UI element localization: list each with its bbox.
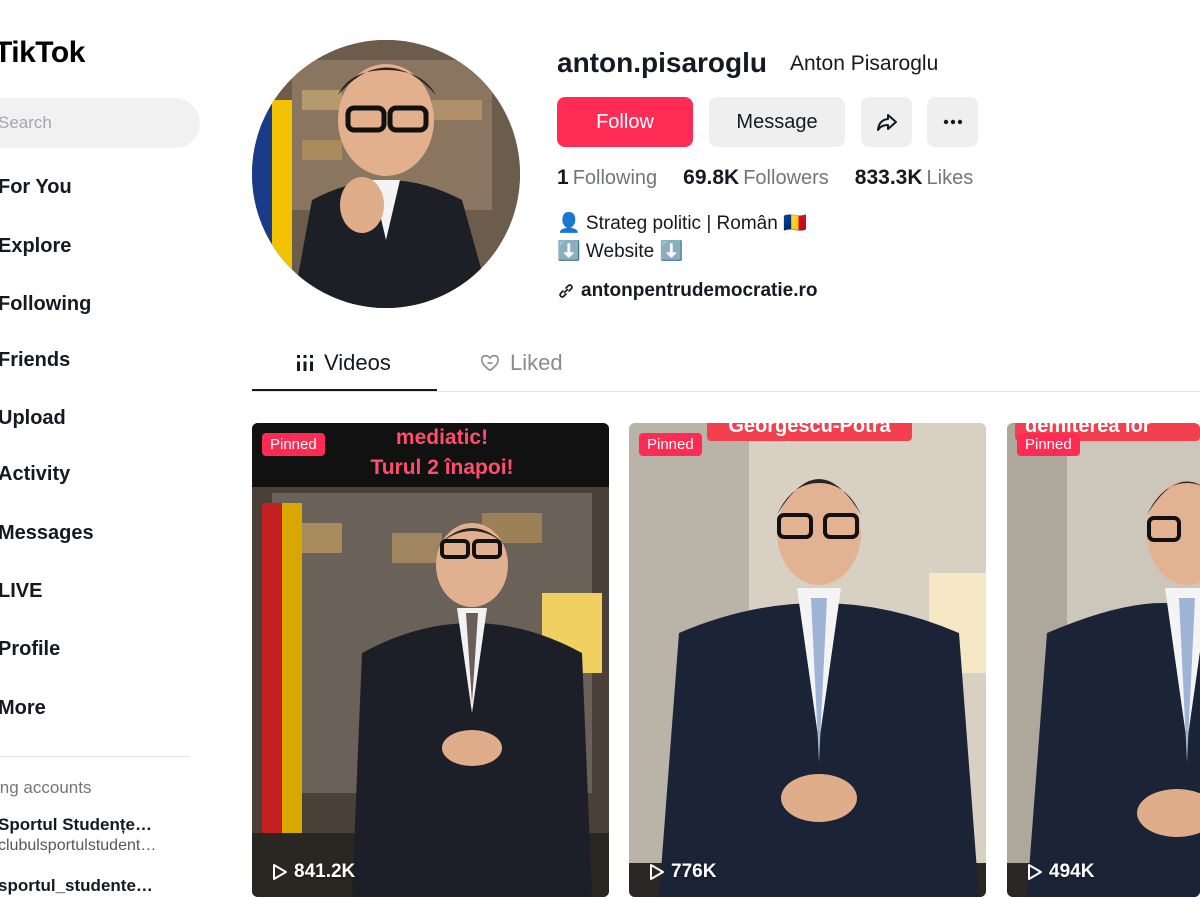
pinned-badge: Pinned [1017,433,1080,456]
bio-line: 👤 Strateg politic | Român 🇷🇴 [557,213,807,234]
view-count: 776K [649,861,716,883]
video-caption: mediatic! Turul 2 înapoi! [370,426,514,479]
nav-activity[interactable]: Activity [0,463,70,503]
sidebar: TikTok Search For You Explore Following … [0,0,215,900]
view-count: 841.2K [272,861,355,883]
following-account[interactable]: sportul_studente… [0,876,153,896]
stat-label: Followers [743,167,829,189]
nav-live[interactable]: LIVE [0,580,42,620]
nav-following[interactable]: Following [0,293,91,333]
tab-liked[interactable]: Liked [480,350,563,376]
tab-videos[interactable]: Videos [296,350,391,376]
nav-profile[interactable]: Profile [0,638,60,678]
search-placeholder: Search [0,113,52,132]
profile-link[interactable]: antonpentrudemocratie.ro [557,280,817,302]
video-card[interactable]: Pinned mediatic! Turul 2 înapoi! 841.2K [252,423,609,897]
nav-upload[interactable]: Upload [0,407,66,447]
pinned-badge: Pinned [262,433,325,456]
view-count-text: 494K [1049,861,1095,882]
following-accounts-title: ing accounts [0,778,92,797]
account-name: Sportul Studențe… [0,815,152,834]
share-icon [876,114,897,131]
grid-icon [297,355,313,371]
stat-value: 1 [557,166,569,189]
tab-label: Videos [324,350,391,375]
view-count: 494K [1027,861,1094,883]
account-handle: clubulsportulstudent… [0,837,157,854]
tabs-divider [252,391,1200,392]
view-count-text: 841.2K [294,861,356,882]
more-options-button[interactable] [927,97,978,147]
pinned-badge: Pinned [639,433,702,456]
heart-icon [480,354,500,372]
follow-button[interactable]: Follow [557,97,693,147]
nav-for-you[interactable]: For You [0,176,72,216]
video-card[interactable]: Pinned demiterea lor 494K [1007,423,1200,897]
play-icon [273,864,287,880]
stat-followers[interactable]: 69.8K Followers [683,166,829,190]
play-icon [650,864,664,880]
video-thumbnail [629,423,986,897]
profile-nickname: Anton Pisaroglu [790,52,939,75]
following-account[interactable]: Sportul Studențe… clubulsportulstudent… [0,815,156,855]
stat-label: Likes [926,167,974,189]
video-card[interactable]: Pinned Georgescu-Potra 776K [629,423,986,897]
bio-line: ⬇️ Website ⬇️ [557,241,684,262]
profile-avatar[interactable] [252,40,520,308]
tab-label: Liked [510,350,563,375]
profile-link-text: antonpentrudemocratie.ro [581,280,818,301]
tiktok-logo[interactable]: TikTok [0,36,85,70]
stat-value: 833.3K [854,166,923,189]
account-name: sportul_studente… [0,876,153,895]
share-button[interactable] [861,97,912,147]
nav-friends[interactable]: Friends [0,349,70,389]
profile-stats: 1 Following 69.8K Followers 833.3K Likes [557,166,973,190]
sidebar-divider [0,756,190,757]
stat-following[interactable]: 1 Following [557,166,657,190]
nav-more[interactable]: More [0,697,46,737]
profile-username: anton.pisaroglu [557,47,767,78]
view-count-text: 776K [671,861,717,882]
more-icon [943,119,962,125]
stat-label: Following [572,167,658,189]
message-button[interactable]: Message [709,97,845,147]
play-icon [1028,864,1042,880]
link-icon [559,284,573,298]
search-input[interactable]: Search [0,98,200,148]
video-thumbnail [1007,423,1200,897]
avatar-image [252,40,520,308]
nav-explore[interactable]: Explore [0,235,71,275]
stat-likes: 833.3K Likes [855,166,973,190]
video-caption: Georgescu-Potra [707,423,912,441]
profile-bio: 👤 Strateg politic | Român 🇷🇴 ⬇️ Website … [557,210,807,266]
video-thumbnail [252,423,609,897]
nav-messages[interactable]: Messages [0,522,94,562]
stat-value: 69.8K [683,166,740,189]
